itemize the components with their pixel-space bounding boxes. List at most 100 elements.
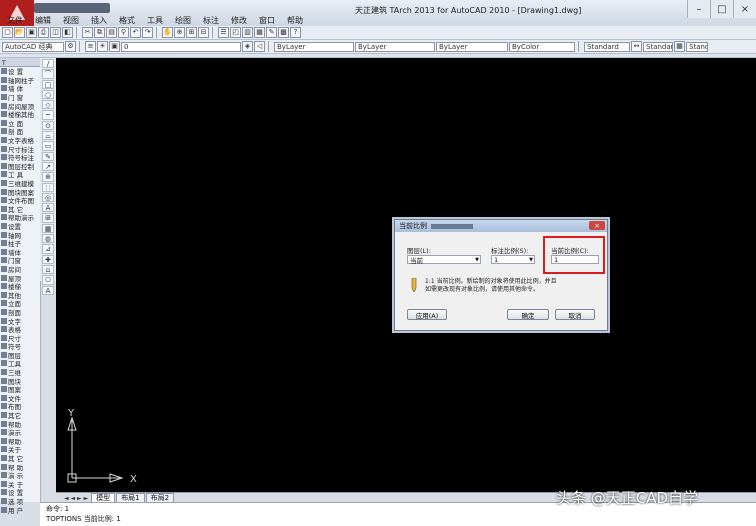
scale-select[interactable]: 1 ▼ — [491, 255, 535, 264]
zoom-window-icon[interactable]: ⊞ — [186, 27, 197, 38]
text-icon[interactable]: A — [42, 203, 54, 213]
new-icon[interactable]: ▢ — [2, 27, 13, 38]
menu-tools[interactable]: 工具 — [144, 15, 166, 26]
palette-item[interactable]: 其他 — [0, 290, 40, 299]
palette-item[interactable]: 表格 — [0, 325, 40, 333]
palette-item[interactable]: 图块 — [0, 376, 40, 385]
workspace-combo[interactable]: AutoCAD 经典 — [2, 41, 64, 52]
ok-button[interactable]: 确定 — [507, 309, 549, 320]
menu-modify[interactable]: 修改 — [228, 15, 250, 26]
palette-item[interactable]: 演 示 — [0, 471, 40, 480]
palette-item[interactable]: 墙 体 — [0, 84, 40, 93]
menu-edit[interactable]: 编辑 — [32, 15, 54, 26]
palette-item[interactable]: 符号标注 — [0, 153, 40, 162]
palette-item[interactable]: 其 它 — [0, 205, 40, 213]
gradient-icon[interactable]: ◍ — [42, 234, 54, 244]
sketch-icon[interactable]: ✎ — [42, 151, 54, 161]
ellipse-icon[interactable]: ◎ — [42, 192, 54, 203]
layer-manager-icon[interactable]: ≡ — [85, 41, 96, 52]
tool-palette-icon[interactable]: ▥ — [242, 27, 253, 38]
palette-item[interactable]: 其 它 — [0, 454, 40, 462]
menu-help[interactable]: 帮助 — [284, 15, 306, 26]
block-icon[interactable]: ⊞ — [42, 213, 54, 223]
arc-icon[interactable]: ⌒ — [42, 69, 54, 79]
palette-item[interactable]: 门窗 — [0, 256, 40, 265]
markup-icon[interactable]: ✎ — [266, 27, 277, 38]
palette-item[interactable]: 帮 助 — [0, 462, 40, 471]
menu-insert[interactable]: 插入 — [88, 15, 110, 26]
donut-icon[interactable]: ⊙ — [42, 120, 54, 131]
palette-item[interactable]: 三维建模 — [0, 179, 40, 187]
cut-icon[interactable]: ✂ — [82, 27, 93, 38]
tab-model[interactable]: 模型 — [91, 493, 116, 502]
palette-item[interactable]: 文字表格 — [0, 136, 40, 144]
cancel-button[interactable]: 取消 — [555, 309, 595, 320]
palette-item[interactable]: 设 置 — [0, 488, 40, 497]
palette-item[interactable]: 符号 — [0, 342, 40, 351]
palette-item[interactable]: 尺寸标注 — [0, 144, 40, 153]
undo-icon[interactable]: ↶ — [130, 27, 141, 38]
palette-item[interactable]: 剖 面 — [0, 127, 40, 136]
paste-icon[interactable]: ▤ — [106, 27, 117, 38]
menu-format[interactable]: 格式 — [116, 15, 138, 26]
menu-window[interactable]: 窗口 — [256, 15, 278, 26]
palette-item[interactable]: 房间屋顶 — [0, 101, 40, 110]
plotstyle-combo[interactable]: ByColor — [509, 41, 575, 52]
palette-item[interactable]: 尺寸 — [0, 333, 40, 342]
pan-icon[interactable]: ✋ — [162, 27, 173, 38]
palette-item[interactable]: 房间 — [0, 265, 40, 273]
redo-icon[interactable]: ↷ — [142, 27, 153, 38]
dialog-title-bar[interactable]: 当前比例 × — [395, 220, 607, 232]
workspace-settings-icon[interactable]: ⚙ — [65, 41, 76, 52]
house-icon[interactable]: ⌂ — [42, 264, 54, 275]
mtext-icon[interactable]: A — [42, 285, 54, 295]
tablestyle-combo[interactable]: Standard — [686, 41, 708, 52]
publish-icon[interactable]: ◧ — [62, 27, 73, 38]
help-icon[interactable]: ? — [290, 27, 301, 38]
hexagon-icon[interactable]: ⎔ — [42, 275, 54, 285]
wedge-icon[interactable]: ⊿ — [42, 244, 54, 254]
spline-icon[interactable]: ~ — [42, 110, 54, 120]
table-icon[interactable]: ▦ — [42, 223, 54, 234]
palette-item[interactable]: 柱子 — [0, 239, 40, 247]
hatch-icon[interactable]: ∷ — [42, 182, 54, 192]
palette-item[interactable]: 其它 — [0, 411, 40, 419]
menu-file[interactable]: 文件 — [4, 15, 26, 26]
rectangle-icon[interactable]: □ — [42, 79, 54, 89]
dimstyle-combo[interactable]: Standard — [643, 41, 673, 52]
tab-nav-arrows[interactable]: ◄ ◄ ► ► — [62, 495, 90, 502]
palette-item[interactable]: 门 窗 — [0, 93, 40, 101]
palette-item[interactable]: 轴网 — [0, 230, 40, 239]
palette-item[interactable]: 屋顶 — [0, 273, 40, 282]
palette-item[interactable]: 帮助演示 — [0, 213, 40, 222]
palette-item[interactable]: 设 置 — [0, 67, 40, 76]
linetype-combo[interactable]: ByLayer — [355, 41, 435, 52]
palette-item[interactable]: 工 具 — [0, 170, 40, 179]
palette-item[interactable]: 图块图案 — [0, 187, 40, 196]
palette-item[interactable]: 剖面 — [0, 308, 40, 316]
quick-access-toolbar[interactable] — [34, 3, 110, 13]
bulb-icon[interactable]: ☀ — [97, 41, 108, 52]
palette-item[interactable]: 选 项 — [0, 497, 40, 505]
palette-item[interactable]: 布图 — [0, 402, 40, 411]
palette-item[interactable]: 文件布图 — [0, 196, 40, 205]
palette-item[interactable]: 三维 — [0, 368, 40, 376]
layer-select[interactable]: 当前 ▼ — [407, 255, 481, 265]
palette-item[interactable]: 立 面 — [0, 119, 40, 127]
make-current-layer-icon[interactable]: ◈ — [242, 41, 253, 52]
design-center-icon[interactable]: ◰ — [230, 27, 241, 38]
point-icon[interactable]: ⊕ — [42, 172, 54, 182]
zoom-icon[interactable]: ⊕ — [174, 27, 185, 38]
sheet-set-icon[interactable]: ▦ — [254, 27, 265, 38]
region-icon[interactable]: ▭ — [42, 141, 54, 151]
palette-item[interactable]: 关 于 — [0, 480, 40, 488]
calc-icon[interactable]: ▩ — [278, 27, 289, 38]
cross-icon[interactable]: ✚ — [42, 254, 54, 264]
lock-icon[interactable]: ▣ — [109, 41, 120, 52]
current-scale-input[interactable]: 1 — [551, 255, 599, 264]
tablestyle-icon[interactable]: ▦ — [674, 41, 685, 52]
palette-item[interactable]: 楼梯其他 — [0, 110, 40, 119]
tab-layout2[interactable]: 布局2 — [145, 493, 175, 502]
properties-icon[interactable]: ☰ — [218, 27, 229, 38]
palette-item[interactable]: 关于 — [0, 445, 40, 454]
